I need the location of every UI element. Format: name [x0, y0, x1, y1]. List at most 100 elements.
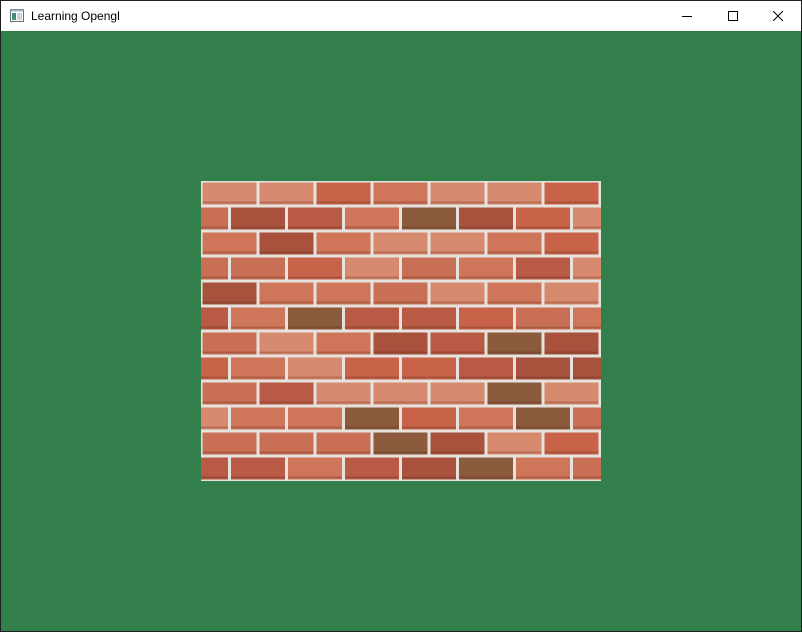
brick-shadow: [573, 226, 601, 229]
close-button[interactable]: [755, 1, 801, 31]
brick: [201, 407, 228, 430]
brick: [201, 257, 228, 280]
brick: [402, 357, 456, 380]
brick-shadow: [544, 451, 599, 454]
maximize-button[interactable]: [710, 1, 756, 31]
brick-shadow: [402, 326, 456, 329]
brick-shadow: [345, 476, 399, 479]
brick-shadow: [430, 401, 485, 404]
brick-shadow: [487, 301, 542, 304]
brick-shadow: [487, 451, 542, 454]
brick: [259, 232, 314, 255]
brick-textured-quad: [201, 181, 601, 481]
brick: [202, 232, 257, 255]
brick: [544, 332, 599, 355]
minimize-icon: [682, 11, 692, 21]
brick: [201, 307, 228, 330]
brick-shadow: [288, 376, 342, 379]
brick: [544, 182, 599, 205]
brick-shadow: [201, 426, 228, 429]
brick-shadow: [459, 326, 513, 329]
brick: [345, 307, 399, 330]
brick: [345, 207, 399, 230]
brick-shadow: [459, 376, 513, 379]
brick-shadow: [402, 426, 456, 429]
brick: [544, 432, 599, 455]
brick-shadow: [402, 476, 456, 479]
brick-shadow: [487, 201, 542, 204]
brick-shadow: [430, 351, 485, 354]
brick-shadow: [373, 401, 428, 404]
brick: [316, 432, 371, 455]
brick: [487, 332, 542, 355]
brick-shadow: [430, 301, 485, 304]
brick: [201, 457, 228, 480]
brick: [373, 332, 428, 355]
minimize-button[interactable]: [664, 1, 710, 31]
brick-shadow: [259, 401, 314, 404]
brick: [516, 207, 570, 230]
brick: [516, 357, 570, 380]
brick: [516, 257, 570, 280]
close-icon: [773, 11, 783, 21]
brick-shadow: [231, 376, 285, 379]
brick-shadow: [402, 226, 456, 229]
brick: [316, 382, 371, 405]
brick: [573, 307, 601, 330]
brick: [459, 407, 513, 430]
brick-shadow: [288, 426, 342, 429]
brick-shadow: [345, 276, 399, 279]
brick: [316, 282, 371, 305]
brick: [231, 407, 285, 430]
brick-shadow: [402, 376, 456, 379]
brick-shadow: [202, 201, 257, 204]
brick: [202, 282, 257, 305]
brick: [516, 307, 570, 330]
brick: [459, 357, 513, 380]
brick-shadow: [288, 476, 342, 479]
brick-shadow: [516, 426, 570, 429]
brick: [345, 457, 399, 480]
brick-shadow: [201, 276, 228, 279]
window-title: Learning Opengl: [31, 9, 120, 23]
brick-shadow: [201, 476, 228, 479]
brick-shadow: [231, 226, 285, 229]
brick-shadow: [516, 226, 570, 229]
brick-shadow: [202, 301, 257, 304]
brick: [345, 407, 399, 430]
brick: [259, 382, 314, 405]
brick-shadow: [231, 326, 285, 329]
brick-shadow: [373, 301, 428, 304]
brick: [459, 257, 513, 280]
brick-shadow: [231, 276, 285, 279]
brick-shadow: [202, 401, 257, 404]
brick-shadow: [402, 276, 456, 279]
brick: [487, 282, 542, 305]
brick-shadow: [544, 301, 599, 304]
brick: [316, 232, 371, 255]
brick-shadow: [201, 226, 228, 229]
brick: [373, 232, 428, 255]
brick-shadow: [487, 401, 542, 404]
brick-shadow: [201, 376, 228, 379]
brick-shadow: [459, 276, 513, 279]
brick: [459, 307, 513, 330]
brick-shadow: [573, 276, 601, 279]
brick: [402, 257, 456, 280]
brick: [544, 382, 599, 405]
brick: [316, 332, 371, 355]
brick-shadow: [288, 276, 342, 279]
brick-shadow: [345, 226, 399, 229]
title-bar[interactable]: Learning Opengl: [1, 1, 801, 31]
brick: [345, 257, 399, 280]
brick: [202, 432, 257, 455]
brick: [231, 457, 285, 480]
brick: [430, 232, 485, 255]
brick: [402, 307, 456, 330]
brick: [201, 357, 228, 380]
brick-shadow: [430, 201, 485, 204]
opengl-viewport[interactable]: [1, 31, 801, 631]
brick: [430, 282, 485, 305]
brick-shadow: [202, 351, 257, 354]
brick-shadow: [316, 351, 371, 354]
